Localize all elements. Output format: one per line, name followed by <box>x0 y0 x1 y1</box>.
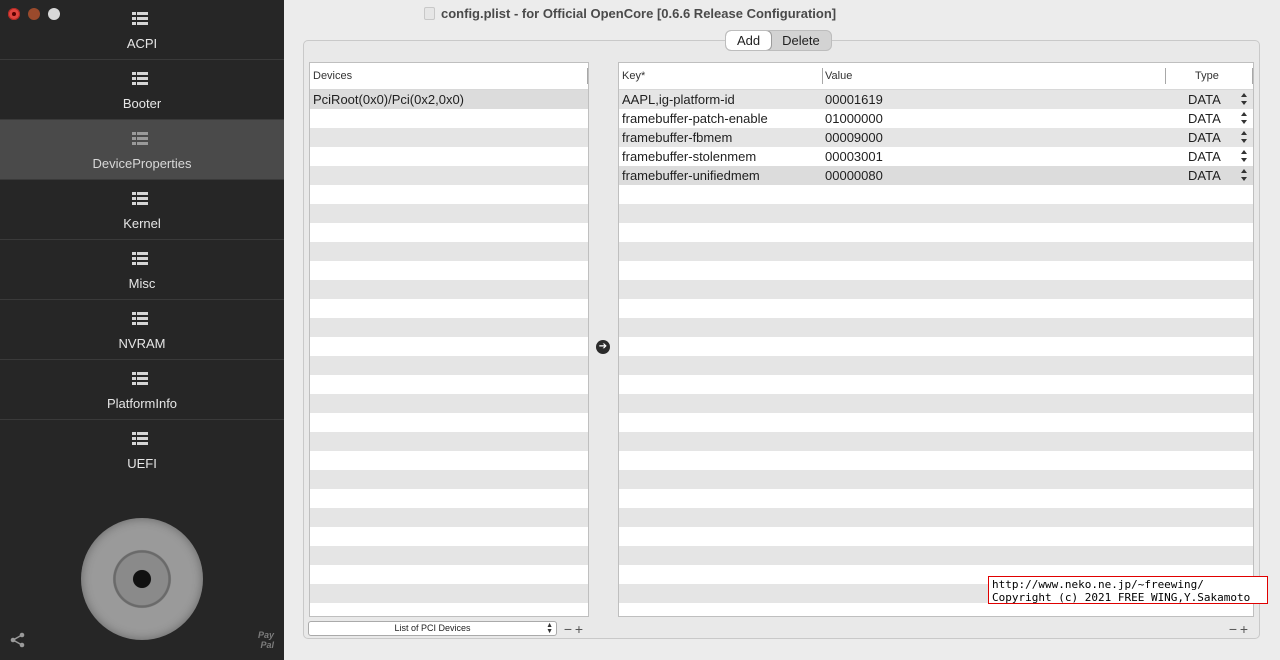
remove-property-button[interactable]: − <box>1228 622 1239 636</box>
share-icon[interactable] <box>9 632 27 648</box>
sidebar-item-label: Misc <box>128 276 156 291</box>
sidebar-item-misc[interactable]: Misc <box>0 240 284 300</box>
popup-label: List of PCI Devices <box>394 623 471 633</box>
column-divider[interactable] <box>1165 68 1166 84</box>
key-cell[interactable]: framebuffer-stolenmem <box>622 147 756 166</box>
table-row[interactable]: framebuffer-patch-enable 01000000 DATA <box>619 109 1253 128</box>
add-property-button[interactable]: + <box>1239 622 1250 636</box>
sidebar-item-label: UEFI <box>127 456 157 471</box>
table-row[interactable]: PciRoot(0x0)/Pci(0x2,0x0) <box>310 90 588 109</box>
zoom-window-button[interactable] <box>48 8 60 20</box>
column-divider[interactable] <box>1252 68 1253 84</box>
title-bar: config.plist - for Official OpenCore [0.… <box>284 6 1280 22</box>
watermark: http://www.neko.ne.jp/~freewing/ Copyrig… <box>988 576 1268 604</box>
value-cell[interactable]: 00009000 <box>825 128 883 147</box>
sidebar-item-label: DeviceProperties <box>92 156 192 171</box>
arrow-right-icon[interactable]: ➔ <box>596 340 610 354</box>
remove-device-button[interactable]: − <box>563 622 574 636</box>
sidebar: ACPI Booter DeviceProperties Kernel Misc… <box>0 0 284 660</box>
list-icon <box>132 252 148 266</box>
sidebar-item-label: PlatformInfo <box>106 396 178 411</box>
type-cell[interactable]: DATA <box>1188 147 1221 166</box>
minimize-window-button[interactable] <box>28 8 40 20</box>
table-row[interactable]: framebuffer-fbmem 00009000 DATA <box>619 128 1253 147</box>
table-header: Devices <box>310 63 588 90</box>
watermark-url: http://www.neko.ne.jp/~freewing/ <box>992 578 1204 591</box>
device-list-popup[interactable]: List of PCI Devices ▲ ▼ <box>308 621 557 636</box>
properties-add-remove: − + <box>1228 622 1250 636</box>
type-stepper-icon[interactable] <box>1240 168 1249 182</box>
type-cell[interactable]: DATA <box>1188 166 1221 185</box>
list-icon <box>132 12 148 26</box>
value-cell[interactable]: 00001619 <box>825 90 883 109</box>
window-controls <box>8 8 60 20</box>
value-cell[interactable]: 00003001 <box>825 147 883 166</box>
disc-hole <box>133 570 151 588</box>
table-row[interactable]: AAPL,ig-platform-id 00001619 DATA <box>619 90 1253 109</box>
device-path-cell: PciRoot(0x0)/Pci(0x2,0x0) <box>313 92 464 107</box>
table-row[interactable]: framebuffer-unifiedmem 00000080 DATA <box>619 166 1253 185</box>
sidebar-item-booter[interactable]: Booter <box>0 60 284 120</box>
value-cell[interactable]: 01000000 <box>825 109 883 128</box>
list-icon <box>132 372 148 386</box>
type-cell[interactable]: DATA <box>1188 90 1221 109</box>
key-cell[interactable]: framebuffer-fbmem <box>622 128 732 147</box>
type-cell[interactable]: DATA <box>1188 128 1221 147</box>
sidebar-item-label: Kernel <box>123 216 161 231</box>
column-divider[interactable] <box>587 68 588 84</box>
key-cell[interactable]: framebuffer-unifiedmem <box>622 166 760 185</box>
add-segment[interactable]: Add <box>726 31 772 50</box>
table-body[interactable]: AAPL,ig-platform-id 00001619 DATA frameb… <box>619 90 1253 616</box>
column-header-type[interactable]: Type <box>1195 70 1219 82</box>
paypal-line1: Pay <box>257 630 274 640</box>
value-cell[interactable]: 00000080 <box>825 166 883 185</box>
paypal-button[interactable]: Pay Pal <box>252 630 274 650</box>
sidebar-item-label: NVRAM <box>118 336 166 351</box>
window-title: config.plist - for Official OpenCore [0.… <box>441 6 837 21</box>
delete-segment[interactable]: Delete <box>771 31 831 50</box>
sidebar-item-label: Booter <box>122 96 162 111</box>
close-window-button[interactable] <box>8 8 20 20</box>
sidebar-item-kernel[interactable]: Kernel <box>0 180 284 240</box>
popup-arrows-icon: ▲ ▼ <box>546 622 553 635</box>
list-icon <box>132 312 148 326</box>
disc-logo <box>81 518 203 640</box>
sidebar-item-platforminfo[interactable]: PlatformInfo <box>0 360 284 420</box>
column-header-value[interactable]: Value <box>825 70 852 82</box>
list-icon <box>132 432 148 446</box>
sidebar-item-label: ACPI <box>126 36 158 51</box>
table-row[interactable]: framebuffer-stolenmem 00003001 DATA <box>619 147 1253 166</box>
devices-table[interactable]: Devices PciRoot(0x0)/Pci(0x2,0x0) <box>309 62 589 617</box>
list-icon <box>132 192 148 206</box>
devices-add-remove: − + <box>563 622 585 636</box>
document-icon <box>424 7 435 20</box>
properties-table[interactable]: Key* Value Type AAPL,ig-platform-id 0000… <box>618 62 1254 617</box>
type-stepper-icon[interactable] <box>1240 92 1249 106</box>
key-cell[interactable]: framebuffer-patch-enable <box>622 109 768 128</box>
column-header-key[interactable]: Key* <box>622 70 645 82</box>
watermark-copyright: Copyright (c) 2021 FREE WING,Y.Sakamoto <box>992 591 1251 604</box>
sidebar-item-nvram[interactable]: NVRAM <box>0 300 284 360</box>
add-delete-segmented-control: Add Delete <box>725 30 832 51</box>
sidebar-item-uefi[interactable]: UEFI <box>0 420 284 480</box>
column-divider[interactable] <box>822 68 823 84</box>
type-stepper-icon[interactable] <box>1240 111 1249 125</box>
paypal-line2: Pal <box>260 640 274 650</box>
type-stepper-icon[interactable] <box>1240 149 1249 163</box>
type-cell[interactable]: DATA <box>1188 109 1221 128</box>
list-icon <box>132 132 148 146</box>
type-stepper-icon[interactable] <box>1240 130 1249 144</box>
key-cell[interactable]: AAPL,ig-platform-id <box>622 90 735 109</box>
column-header-devices[interactable]: Devices <box>313 70 352 82</box>
list-icon <box>132 72 148 86</box>
sidebar-item-deviceproperties[interactable]: DeviceProperties <box>0 120 284 180</box>
table-header: Key* Value Type <box>619 63 1253 90</box>
table-body[interactable]: PciRoot(0x0)/Pci(0x2,0x0) <box>310 90 588 616</box>
add-device-button[interactable]: + <box>574 622 585 636</box>
